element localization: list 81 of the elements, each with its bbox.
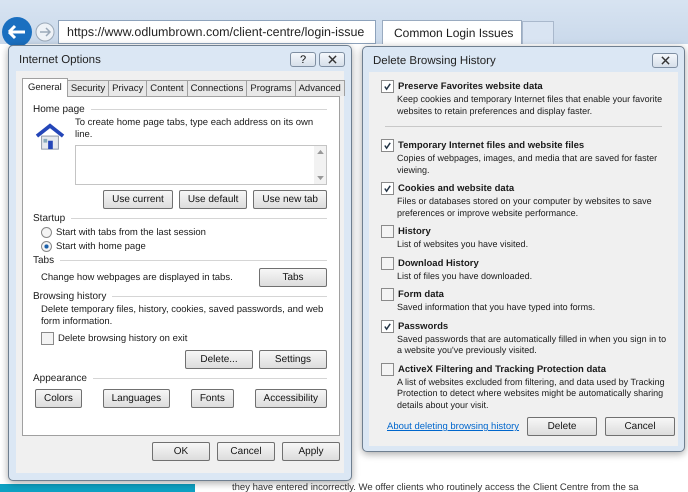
tab[interactable]: Privacy xyxy=(108,80,148,96)
dialog-button[interactable]: Use default xyxy=(178,190,248,209)
group-heading: Startup xyxy=(33,213,66,224)
tab[interactable]: Connections xyxy=(186,80,248,96)
checkbox-label: Temporary Internet files and website files xyxy=(398,140,584,151)
radio-option[interactable]: Start with home page xyxy=(33,241,327,252)
checkbox[interactable] xyxy=(381,139,394,152)
home-page-field[interactable] xyxy=(75,145,327,185)
description-text: Saved information that you have typed into forms. xyxy=(396,302,596,314)
dialog-button[interactable]: Languages xyxy=(102,389,170,408)
checkbox-label: Form data xyxy=(398,289,444,300)
description-text: Saved passwords that are automatically filled in when you sign in to a website you've previously visited. xyxy=(396,334,668,356)
checkbox-label: Cookies and website data xyxy=(398,183,514,194)
description-text: Delete temporary files, history, cookies, saved passwords, and web form information. xyxy=(40,304,324,328)
dialog-button[interactable]: Use new tab xyxy=(253,190,327,209)
dialog-button[interactable]: OK xyxy=(152,442,210,461)
dialog-button[interactable]: Accessibility xyxy=(254,389,327,408)
dialog-button[interactable]: Fonts xyxy=(190,389,234,408)
description-text: A list of websites excluded from filtering, and data used by Tracking Protection to detect where websites might be automatically sharing details about your visit. xyxy=(396,376,666,411)
checkbox-label: Passwords xyxy=(398,320,448,332)
checkbox-label: Delete browsing history on exit xyxy=(58,333,188,344)
checkbox-label: Download History xyxy=(398,258,479,268)
group-heading: Browsing history xyxy=(33,291,106,302)
group-heading: Tabs xyxy=(33,255,54,266)
new-tab-button[interactable] xyxy=(522,21,554,44)
checkbox-label: Preserve Favorites website data xyxy=(398,81,543,92)
close-icon xyxy=(328,55,336,64)
checkbox[interactable] xyxy=(381,362,394,376)
tabs-button[interactable]: Tabs xyxy=(259,268,327,287)
close-button[interactable] xyxy=(319,52,345,67)
group-heading: Home page xyxy=(33,104,85,115)
checkbox[interactable] xyxy=(381,320,394,332)
description-text: Keep cookies and temporary Internet files that enable your favorite websites to retain preferences and display faster. xyxy=(396,94,664,117)
tab[interactable]: Content xyxy=(146,80,188,96)
tab[interactable]: Advanced xyxy=(294,80,345,96)
close-button[interactable] xyxy=(652,53,678,68)
radio-option[interactable]: Start with tabs from the last session xyxy=(33,227,327,238)
description-text: Files or databases stored on your computer by websites to save preferences or improve website performance. xyxy=(396,196,653,219)
house-icon xyxy=(35,123,65,151)
description-text: List of files you have downloaded. xyxy=(396,270,534,282)
radio-button[interactable] xyxy=(41,241,52,252)
dialog-button[interactable]: Delete xyxy=(527,417,598,436)
close-icon xyxy=(660,56,670,65)
help-link[interactable]: About deleting browsing history xyxy=(381,421,520,432)
checkbox-label: ActiveX Filtering and Tracking Protection data xyxy=(398,364,606,374)
radio-label: Start with tabs from the last session xyxy=(56,227,206,238)
checkbox[interactable] xyxy=(41,332,54,345)
scroll-up-icon[interactable] xyxy=(316,149,324,154)
description-text: Change how webpages are displayed in tabs. xyxy=(41,272,233,284)
checkbox[interactable] xyxy=(381,225,394,238)
address-text: https://www.odlumbrown.com/client-centre/login-issue xyxy=(67,25,364,39)
dialog-button[interactable]: Cancel xyxy=(217,442,275,461)
checkbox[interactable] xyxy=(381,182,394,195)
tab[interactable]: Security xyxy=(66,80,110,96)
tab[interactable]: General xyxy=(22,78,68,97)
dialog-button[interactable]: Cancel xyxy=(605,417,676,436)
window-title: Delete Browsing History xyxy=(373,54,497,66)
checkbox[interactable] xyxy=(381,80,394,93)
checkbox[interactable] xyxy=(381,256,394,270)
checkbox-label: History xyxy=(398,226,431,237)
description-text: List of websites you have visited. xyxy=(396,239,530,250)
instruction-text: To create home page tabs, type each address on its own line. xyxy=(75,117,314,141)
dialog-button[interactable]: Colors xyxy=(35,389,82,408)
page-text: they have entered incorrectly. We offer clients who routinely access the Client Centre from the sa xyxy=(232,483,639,492)
description-text: Copies of webpages, images, and media that are saved for faster viewing. xyxy=(396,153,658,176)
address-bar[interactable]: https://www.odlumbrown.com/client-centre/login-issue xyxy=(58,20,376,44)
checkbox[interactable] xyxy=(381,288,394,301)
window-title: Internet Options xyxy=(19,54,102,66)
scrollbar[interactable] xyxy=(314,146,326,184)
radio-button[interactable] xyxy=(41,227,52,238)
dialog-button[interactable]: Delete... xyxy=(185,350,253,369)
group-heading: Appearance xyxy=(33,373,87,384)
tab[interactable]: Programs xyxy=(246,80,296,96)
browser-tab[interactable]: Common Login Issues xyxy=(382,20,522,44)
help-button[interactable]: ? xyxy=(290,52,316,67)
tab-title: Common Login Issues xyxy=(394,26,514,40)
scroll-down-icon[interactable] xyxy=(316,176,324,181)
dialog-button[interactable]: Apply xyxy=(282,442,340,461)
dialog-button[interactable]: Settings xyxy=(259,350,327,369)
dialog-button[interactable]: Use current xyxy=(103,190,173,209)
radio-label: Start with home page xyxy=(56,241,146,252)
